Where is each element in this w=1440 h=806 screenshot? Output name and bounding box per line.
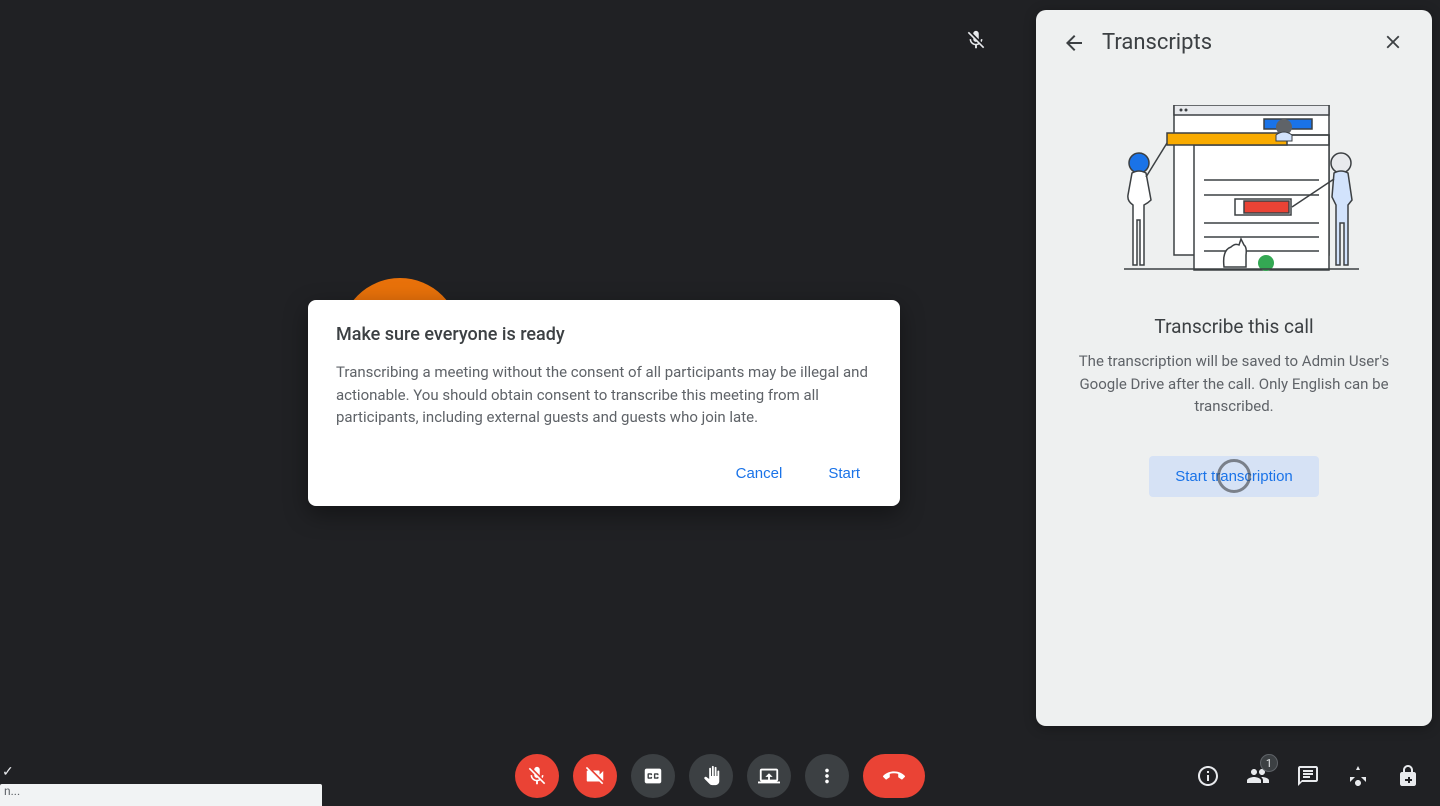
transcribe-description: The transcription will be saved to Admin… (1062, 350, 1406, 418)
checkmark-icon: ✓ (2, 764, 14, 780)
panel-header: Transcripts (1062, 30, 1406, 55)
start-button[interactable]: Start (820, 459, 868, 488)
more-options-button[interactable] (805, 754, 849, 798)
close-icon[interactable] (1382, 31, 1406, 55)
hangup-button[interactable] (863, 754, 925, 798)
chat-icon[interactable] (1296, 764, 1320, 788)
mic-muted-indicator (962, 26, 990, 54)
panel-title: Transcripts (1102, 30, 1366, 55)
dialog-title: Make sure everyone is ready (336, 324, 872, 345)
activities-icon[interactable] (1346, 764, 1370, 788)
start-transcription-label: Start transcription (1175, 468, 1293, 485)
back-arrow-icon[interactable] (1062, 31, 1086, 55)
host-controls-icon[interactable] (1396, 764, 1420, 788)
info-icon[interactable] (1196, 764, 1220, 788)
transcripts-panel: Transcripts (1036, 10, 1432, 726)
bottom-right-icons: 1 (1196, 764, 1420, 788)
start-transcription-button[interactable]: Start transcription (1149, 456, 1319, 497)
captions-button[interactable] (631, 754, 675, 798)
dialog-actions: Cancel Start (336, 459, 872, 488)
consent-dialog: Make sure everyone is ready Transcribing… (308, 300, 900, 506)
transcription-illustration (1104, 105, 1364, 285)
status-bar-truncated: n... (0, 784, 322, 806)
present-screen-button[interactable] (747, 754, 791, 798)
dialog-body: Transcribing a meeting without the conse… (336, 361, 872, 429)
people-icon[interactable]: 1 (1246, 764, 1270, 788)
raise-hand-button[interactable] (689, 754, 733, 798)
cancel-button[interactable]: Cancel (728, 459, 791, 488)
camera-toggle-button[interactable] (573, 754, 617, 798)
mic-toggle-button[interactable] (515, 754, 559, 798)
call-controls (515, 754, 925, 798)
transcribe-heading: Transcribe this call (1062, 315, 1406, 338)
participant-count-badge: 1 (1260, 754, 1278, 772)
